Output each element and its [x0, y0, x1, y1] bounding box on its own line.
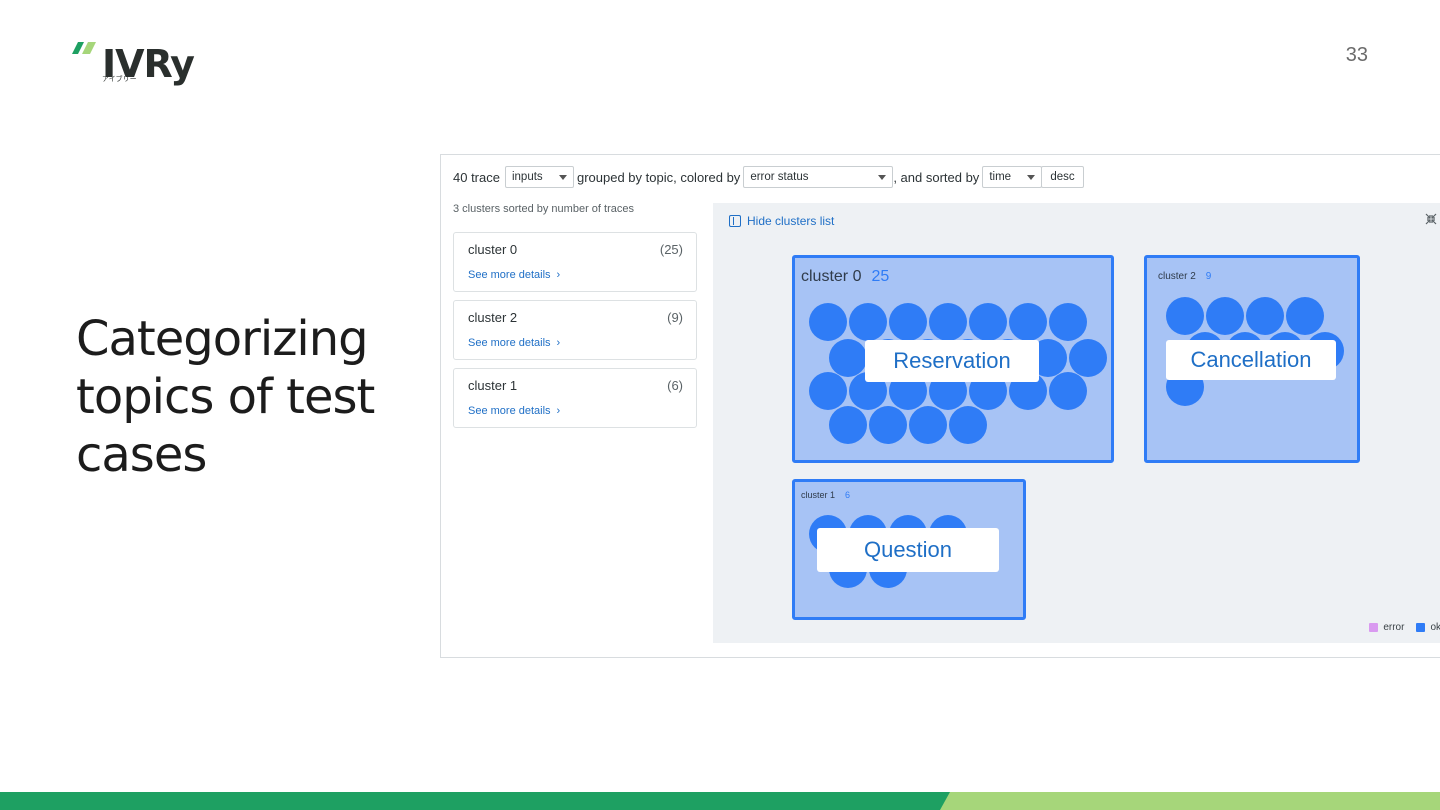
cluster-card-count: (25) — [659, 242, 683, 257]
cluster-list-header: 3 clusters sorted by number of traces — [453, 203, 634, 215]
sort-order-button[interactable]: desc — [1041, 166, 1084, 188]
trace-count-text: 40 trace — [453, 169, 500, 185]
logo-subtext: アイブリー — [102, 76, 137, 83]
chevron-down-icon — [1027, 174, 1036, 180]
color-legend: error ok — [1357, 622, 1440, 633]
topic-label: Cancellation — [1166, 340, 1336, 380]
cluster-box-0[interactable]: cluster 0 25 Reservation — [792, 255, 1114, 463]
cluster-box-name: cluster 2 — [1158, 271, 1196, 282]
trace-dot[interactable] — [1049, 372, 1087, 410]
see-more-details-link[interactable]: See more details › — [468, 405, 560, 417]
cluster-card-count: (6) — [667, 378, 683, 393]
topic-label: Question — [817, 528, 999, 572]
legend-swatch-ok — [1416, 623, 1426, 632]
chevron-right-icon: › — [556, 405, 561, 417]
query-toolbar: 40 trace inputs grouped by topic, colore… — [453, 165, 1084, 189]
cluster-box-count: 9 — [1205, 271, 1212, 282]
trace-dot[interactable] — [929, 303, 967, 341]
chevron-down-icon — [878, 174, 887, 180]
sidebar-toggle-icon — [729, 215, 741, 227]
see-more-details-link[interactable]: See more details › — [468, 337, 560, 349]
legend-label-error: error — [1383, 622, 1405, 633]
cluster-box-count: 25 — [871, 268, 890, 285]
chevron-down-icon — [558, 174, 567, 180]
app-screenshot: 40 trace inputs grouped by topic, colore… — [440, 154, 1440, 658]
ivry-logo: IVRy アイブリー — [72, 40, 202, 88]
topic-label: Reservation — [865, 340, 1039, 382]
cluster-box-label: cluster 2 9 — [1158, 271, 1211, 282]
chevron-right-icon: › — [556, 269, 561, 281]
cluster-card-name: cluster 0 — [468, 242, 518, 257]
cluster-card-name: cluster 2 — [468, 310, 518, 325]
see-more-label: See more details — [468, 405, 551, 417]
cluster-card-name: cluster 1 — [468, 378, 518, 393]
cluster-box-2[interactable]: cluster 2 9 Cancellation — [1144, 255, 1360, 463]
sort-key-select[interactable]: time — [982, 166, 1043, 188]
hide-clusters-button[interactable]: Hide clusters list — [729, 214, 834, 228]
cluster-box-label: cluster 1 6 — [801, 490, 850, 500]
trace-dot[interactable] — [849, 303, 887, 341]
trace-dot[interactable] — [969, 303, 1007, 341]
cluster-box-name: cluster 1 — [801, 490, 836, 500]
trace-dot[interactable] — [1049, 303, 1087, 341]
footer-bar-light — [940, 792, 1440, 810]
cluster-card[interactable]: cluster 0 (25) See more details › — [453, 232, 697, 292]
trace-dot[interactable] — [809, 372, 847, 410]
cluster-card-count: (9) — [667, 310, 683, 325]
legend-label-ok: ok — [1430, 622, 1440, 633]
trace-dot[interactable] — [869, 406, 907, 444]
page-number: 33 — [1345, 44, 1368, 66]
color-by-select-value: error status — [750, 171, 809, 183]
trace-dot[interactable] — [1286, 297, 1324, 335]
see-more-label: See more details — [468, 269, 551, 281]
cluster-box-count: 6 — [845, 490, 851, 500]
logo-stripes-icon — [72, 42, 96, 54]
inputs-select-value: inputs — [511, 171, 543, 183]
legend-swatch-error — [1369, 623, 1379, 632]
chevron-right-icon: › — [556, 337, 561, 349]
see-more-label: See more details — [468, 337, 551, 349]
sorted-by-text: , and sorted by — [893, 169, 980, 185]
trace-dot[interactable] — [949, 406, 987, 444]
cluster-card[interactable]: cluster 2 (9) See more details › — [453, 300, 697, 360]
trace-dot[interactable] — [909, 406, 947, 444]
cluster-visualization-panel: Hide clusters list cluster 0 25 Reservati… — [713, 203, 1440, 643]
trace-dot[interactable] — [829, 406, 867, 444]
grouped-by-text: grouped by topic, colored by — [576, 169, 741, 185]
see-more-details-link[interactable]: See more details › — [468, 269, 560, 281]
hide-clusters-label: Hide clusters list — [747, 214, 835, 228]
trace-dot[interactable] — [889, 303, 927, 341]
trace-dot[interactable] — [809, 303, 847, 341]
trace-dot[interactable] — [1009, 303, 1047, 341]
cluster-box-1[interactable]: cluster 1 6 Question — [792, 479, 1026, 620]
cluster-box-name: cluster 0 — [801, 268, 862, 285]
trace-dot[interactable] — [829, 339, 867, 377]
collapse-icon[interactable] — [1425, 213, 1437, 228]
color-by-select[interactable]: error status — [743, 166, 894, 188]
trace-dot[interactable] — [1246, 297, 1284, 335]
footer-bar-green — [0, 792, 1000, 810]
slide-title: Categorizing topics of test cases — [76, 311, 375, 483]
trace-dot[interactable] — [1206, 297, 1244, 335]
cluster-box-label: cluster 0 25 — [801, 268, 889, 286]
trace-dot[interactable] — [1166, 297, 1204, 335]
inputs-select[interactable]: inputs — [504, 166, 574, 188]
trace-dot[interactable] — [1069, 339, 1107, 377]
sort-key-select-value: time — [989, 171, 1012, 183]
cluster-card[interactable]: cluster 1 (6) See more details › — [453, 368, 697, 428]
